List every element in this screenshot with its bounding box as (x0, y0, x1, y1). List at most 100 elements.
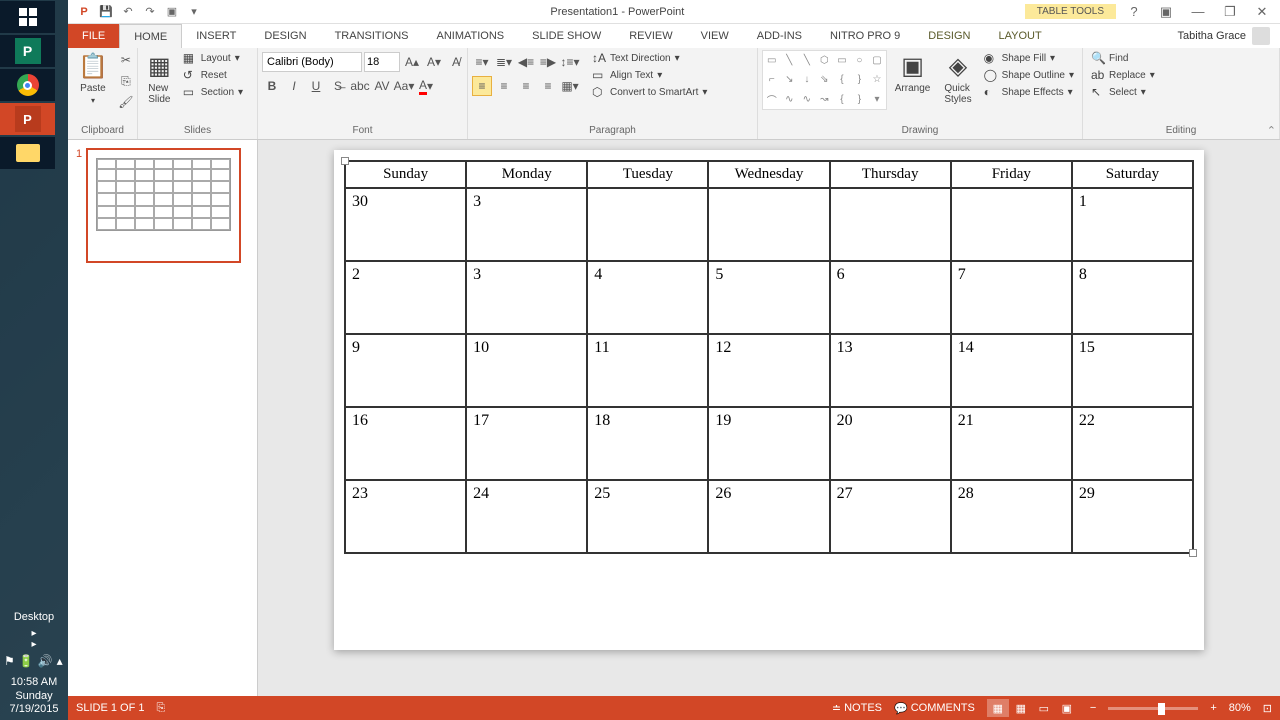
align-right-button[interactable]: ≡ (516, 76, 536, 96)
taskbar-chrome[interactable] (0, 69, 55, 101)
calendar-cell[interactable]: 15 (1072, 334, 1193, 407)
tab-slideshow[interactable]: SLIDE SHOW (518, 24, 615, 48)
desktop-toolbar-label[interactable]: Desktop (0, 606, 68, 628)
taskbar-powerpoint[interactable]: P (0, 103, 55, 135)
calendar-cell[interactable]: 21 (951, 407, 1072, 480)
user-name[interactable]: Tabitha Grace (1178, 30, 1246, 42)
bold-button[interactable]: B (262, 76, 282, 96)
calendar-cell[interactable]: 7 (951, 261, 1072, 334)
taskbar-clock[interactable]: 10:58 AM Sunday 7/19/2015 (0, 672, 68, 720)
font-size-select[interactable] (364, 52, 400, 72)
calendar-cell[interactable] (951, 188, 1072, 261)
font-name-select[interactable] (262, 52, 362, 72)
minimize-button[interactable]: — (1184, 2, 1212, 22)
calendar-cell[interactable]: 13 (830, 334, 951, 407)
close-button[interactable]: ✕ (1248, 2, 1276, 22)
slide-indicator[interactable]: SLIDE 1 OF 1 (76, 702, 144, 714)
calendar-cell[interactable]: 30 (345, 188, 466, 261)
calendar-cell[interactable]: 28 (951, 480, 1072, 553)
tab-design[interactable]: DESIGN (250, 24, 320, 48)
reading-view-button[interactable]: ▭ (1033, 699, 1055, 717)
calendar-cell[interactable]: 3 (466, 261, 587, 334)
arrange-button[interactable]: ▣Arrange (889, 50, 937, 96)
ribbon-display-options[interactable]: ▣ (1152, 2, 1180, 22)
calendar-table[interactable]: Sunday Monday Tuesday Wednesday Thursday… (344, 160, 1194, 554)
calendar-header-cell[interactable]: Friday (951, 161, 1072, 188)
calendar-cell[interactable]: 1 (1072, 188, 1193, 261)
calendar-cell[interactable] (587, 188, 708, 261)
replace-button[interactable]: abReplace ▾ (1087, 67, 1159, 83)
tab-insert[interactable]: INSERT (182, 24, 250, 48)
decrease-indent-button[interactable]: ◀≡ (516, 52, 536, 72)
tab-transitions[interactable]: TRANSITIONS (321, 24, 423, 48)
increase-indent-button[interactable]: ≡▶ (538, 52, 558, 72)
change-case-button[interactable]: Aa▾ (394, 76, 414, 96)
bullets-button[interactable]: ≡▾ (472, 52, 492, 72)
comments-button[interactable]: 💬 COMMENTS (894, 702, 975, 715)
taskbar-explorer[interactable] (0, 137, 55, 169)
calendar-cell[interactable]: 5 (708, 261, 829, 334)
shape-fill-button[interactable]: ◉Shape Fill ▾ (980, 50, 1078, 66)
find-button[interactable]: 🔍Find (1087, 50, 1159, 66)
calendar-header-cell[interactable]: Sunday (345, 161, 466, 188)
calendar-cell[interactable]: 11 (587, 334, 708, 407)
calendar-cell[interactable]: 24 (466, 480, 587, 553)
app-icon[interactable]: P (74, 2, 94, 22)
tab-home[interactable]: HOME (119, 24, 182, 48)
calendar-cell[interactable]: 6 (830, 261, 951, 334)
help-button[interactable]: ? (1120, 2, 1148, 22)
shrink-font-button[interactable]: A▾ (424, 52, 444, 72)
tray-icon[interactable]: 🔊 (38, 654, 53, 668)
shape-effects-button[interactable]: ◐Shape Effects ▾ (980, 84, 1078, 100)
text-shadow-button[interactable]: abc (350, 76, 370, 96)
tray-icon[interactable]: 🔋 (19, 654, 34, 668)
spell-check-icon[interactable]: ⎘ (156, 702, 165, 715)
italic-button[interactable]: I (284, 76, 304, 96)
new-slide-button[interactable]: ▦New Slide (142, 50, 177, 107)
qat-customize[interactable]: ▾ (184, 2, 204, 22)
tab-table-layout[interactable]: LAYOUT (984, 24, 1055, 48)
system-tray[interactable]: ⚑ 🔋 🔊 ▴ (0, 650, 68, 672)
user-avatar[interactable] (1252, 27, 1270, 45)
calendar-cell[interactable]: 22 (1072, 407, 1193, 480)
slide-thumbnail-1[interactable] (86, 148, 241, 263)
notes-button[interactable]: ≐ NOTES (832, 702, 882, 715)
tray-icon[interactable]: ▴ (57, 654, 63, 668)
tab-file[interactable]: FILE (68, 24, 119, 48)
calendar-cell[interactable] (708, 188, 829, 261)
underline-button[interactable]: U (306, 76, 326, 96)
calendar-cell[interactable]: 8 (1072, 261, 1193, 334)
columns-button[interactable]: ▦▾ (560, 76, 580, 96)
calendar-cell[interactable]: 20 (830, 407, 951, 480)
layout-button[interactable]: ▦Layout ▾ (179, 50, 247, 66)
calendar-cell[interactable]: 12 (708, 334, 829, 407)
calendar-header-cell[interactable]: Tuesday (587, 161, 708, 188)
calendar-cell[interactable]: 16 (345, 407, 466, 480)
cut-button[interactable]: ✂ (116, 50, 136, 70)
slide-sorter-view-button[interactable]: ▦ (1010, 699, 1032, 717)
strikethrough-button[interactable]: S̶ (328, 76, 348, 96)
calendar-cell[interactable]: 2 (345, 261, 466, 334)
tab-nitro[interactable]: NITRO PRO 9 (816, 24, 914, 48)
align-center-button[interactable]: ≡ (494, 76, 514, 96)
tray-icon[interactable]: ⚑ (4, 654, 15, 668)
zoom-level[interactable]: 80% (1229, 702, 1251, 714)
line-spacing-button[interactable]: ↕≡▾ (560, 52, 580, 72)
fit-to-window-button[interactable]: ⊡ (1263, 702, 1272, 715)
clear-formatting-button[interactable]: A̸ (446, 52, 466, 72)
calendar-cell[interactable]: 17 (466, 407, 587, 480)
slide-thumbnail-panel[interactable]: 1 (68, 140, 258, 696)
justify-button[interactable]: ≡ (538, 76, 558, 96)
tab-view[interactable]: VIEW (687, 24, 743, 48)
align-text-button[interactable]: ▭Align Text ▾ (588, 67, 711, 83)
calendar-cell[interactable] (830, 188, 951, 261)
calendar-cell[interactable]: 19 (708, 407, 829, 480)
text-direction-button[interactable]: ↕AText Direction ▾ (588, 50, 711, 66)
calendar-cell[interactable]: 18 (587, 407, 708, 480)
convert-smartart-button[interactable]: ⬡Convert to SmartArt ▾ (588, 84, 711, 100)
redo-button[interactable]: ↷ (140, 2, 160, 22)
character-spacing-button[interactable]: AV (372, 76, 392, 96)
font-color-button[interactable]: A▾ (416, 76, 436, 96)
calendar-header-cell[interactable]: Thursday (830, 161, 951, 188)
calendar-header-cell[interactable]: Wednesday (708, 161, 829, 188)
